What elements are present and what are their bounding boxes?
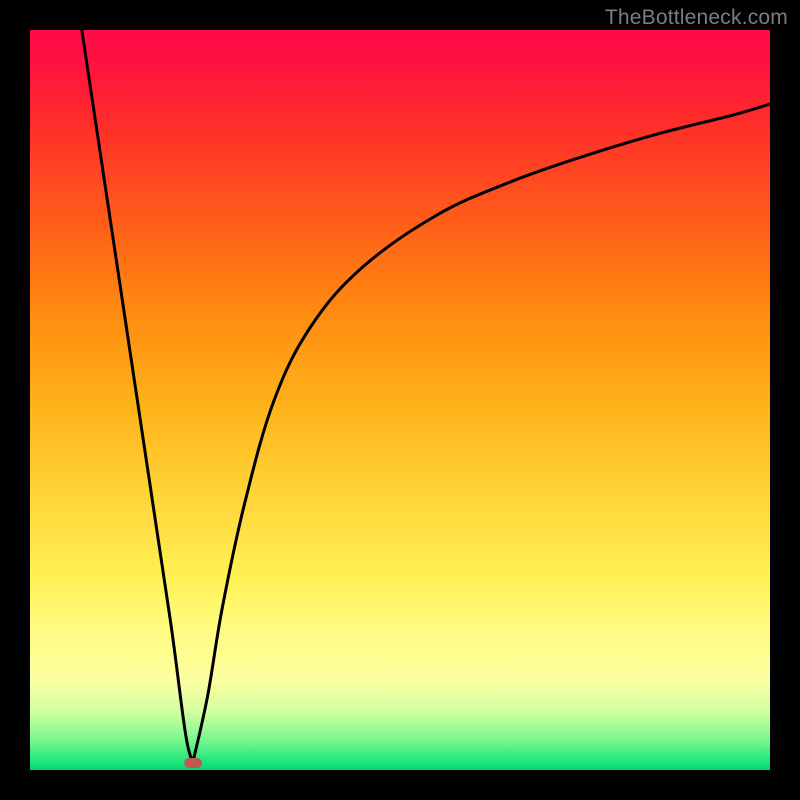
- plot-area: [30, 30, 770, 770]
- optimum-marker: [184, 758, 202, 768]
- curve-svg: [30, 30, 770, 770]
- curve-right-branch: [193, 104, 770, 763]
- watermark-text: TheBottleneck.com: [605, 6, 788, 30]
- chart-frame: TheBottleneck.com: [0, 0, 800, 800]
- curve-left-branch: [82, 30, 193, 763]
